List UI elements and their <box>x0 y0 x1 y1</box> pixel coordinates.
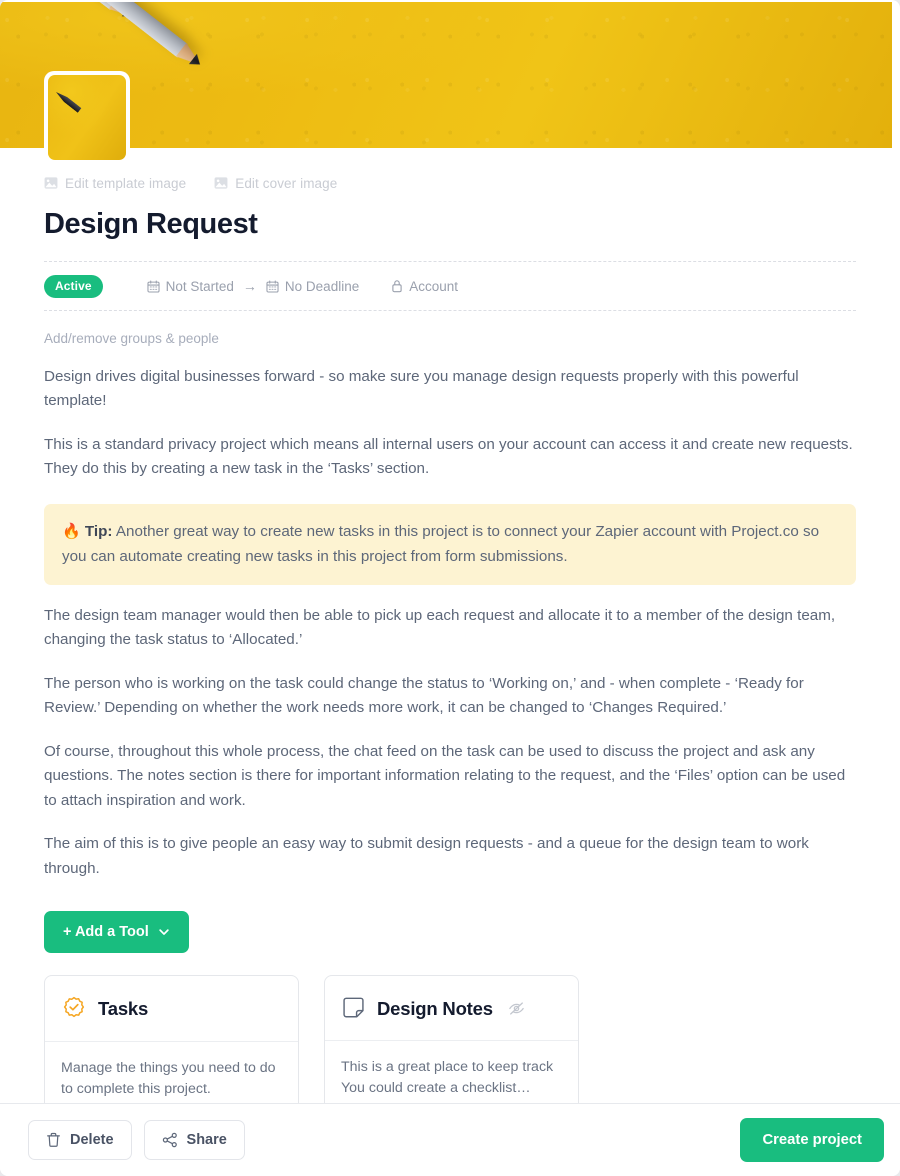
tool-card-title: Design Notes <box>377 997 493 1019</box>
start-date-button[interactable]: Not Started <box>147 279 234 294</box>
tip-callout: 🔥 Tip: Another great way to create new t… <box>44 503 856 585</box>
privacy-label: Account <box>409 278 458 294</box>
fire-icon: 🔥 <box>62 522 81 540</box>
delete-button[interactable]: Delete <box>28 1120 132 1160</box>
start-date-label: Not Started <box>165 278 234 294</box>
lock-icon <box>392 280 402 293</box>
create-project-button[interactable]: Create project <box>740 1118 884 1162</box>
cover-image[interactable] <box>0 2 892 148</box>
calendar-icon <box>266 280 279 293</box>
project-content: Edit template image Edit cover image Des… <box>0 148 900 1103</box>
edit-template-image-label: Edit template image <box>65 175 187 191</box>
status-badge[interactable]: Active <box>44 274 103 298</box>
edit-cover-image-label: Edit cover image <box>235 175 338 191</box>
arrow-right-icon: → <box>242 278 257 295</box>
tool-cards: Tasks Manage the things you need to do t… <box>44 975 856 1103</box>
pencil-graphic <box>54 90 81 113</box>
trash-icon <box>47 1132 60 1147</box>
tool-card-description: Manage the things you need to do to comp… <box>61 1060 276 1098</box>
add-a-tool-button[interactable]: + Add a Tool <box>44 911 189 954</box>
schedule-group: Not Started → No Deadline <box>147 278 359 295</box>
tasks-badge-icon <box>63 997 85 1018</box>
deadline-button[interactable]: No Deadline <box>266 279 359 294</box>
delete-label: Delete <box>70 1132 114 1148</box>
image-icon <box>214 177 228 189</box>
tool-card-description: This is a great place to keep track You … <box>341 1059 554 1097</box>
template-image-thumbnail[interactable] <box>44 71 130 164</box>
edit-template-image-button[interactable]: Edit template image <box>44 176 186 191</box>
description-paragraph-6: The aim of this is to give people an eas… <box>44 835 809 877</box>
description-paragraph-5: Of course, throughout this whole process… <box>44 742 846 809</box>
image-edit-links: Edit template image Edit cover image <box>44 176 856 191</box>
share-icon <box>162 1132 177 1148</box>
tool-card-design-notes[interactable]: Design Notes This is a great place to ke… <box>324 975 579 1103</box>
tool-card-header: Design Notes <box>325 976 578 1042</box>
footer-left-actions: Delete Share <box>28 1120 245 1160</box>
share-label: Share <box>186 1132 227 1148</box>
tip-text: Another great way to create new tasks in… <box>62 522 820 565</box>
tool-card-header: Tasks <box>45 976 298 1043</box>
divider <box>44 309 856 311</box>
tool-card-tasks[interactable]: Tasks Manage the things you need to do t… <box>44 975 299 1103</box>
action-footer: Delete Share Create project <box>0 1103 900 1176</box>
project-meta-row: Active Not Started → No Deadline Account <box>44 262 856 310</box>
page-title[interactable]: Design Request <box>44 208 856 241</box>
project-template-window: Edit template image Edit cover image Des… <box>0 0 900 1176</box>
note-icon <box>343 997 364 1018</box>
chevron-down-icon <box>159 929 169 936</box>
privacy-button[interactable]: Account <box>391 279 458 294</box>
add-remove-groups-people-link[interactable]: Add/remove groups & people <box>44 331 856 346</box>
description-paragraph-3: The design team manager would then be ab… <box>44 606 836 649</box>
eye-off-icon[interactable] <box>508 1001 525 1016</box>
share-button[interactable]: Share <box>143 1120 245 1160</box>
template-image-preview <box>48 75 126 160</box>
description-paragraph-2: This is a standard privacy project which… <box>44 435 853 478</box>
description-paragraph-1: Design drives digital businesses forward… <box>44 367 799 410</box>
edit-cover-image-button[interactable]: Edit cover image <box>214 176 337 191</box>
tool-card-title: Tasks <box>98 998 149 1020</box>
calendar-icon <box>147 280 160 293</box>
image-icon <box>44 177 58 189</box>
description-paragraph-4: The person who is working on the task co… <box>44 674 804 717</box>
tip-label: Tip: <box>84 522 113 540</box>
deadline-label: No Deadline <box>284 278 360 294</box>
add-a-tool-label: + Add a Tool <box>63 924 149 941</box>
